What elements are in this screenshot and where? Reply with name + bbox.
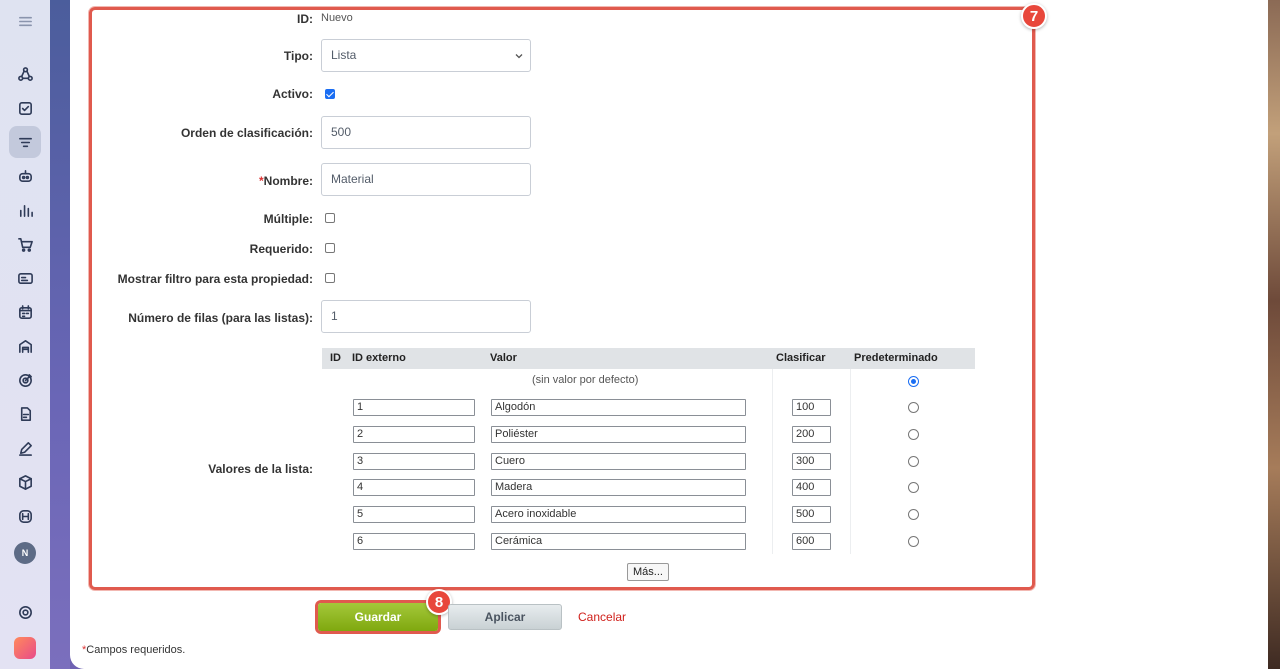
crm-icon[interactable] [9, 58, 41, 90]
robot-icon[interactable] [9, 160, 41, 192]
left-nav-rail: N [0, 0, 50, 669]
background-strip [50, 0, 70, 669]
cancel-link[interactable]: Cancelar [578, 610, 626, 624]
menu-icon[interactable] [9, 5, 41, 37]
sales-funnel-icon[interactable] [9, 126, 41, 158]
required-fields-note: *Campos requeridos. [82, 644, 185, 656]
background-photo [1268, 0, 1280, 669]
sign-icon[interactable] [9, 432, 41, 464]
calendar-icon[interactable] [9, 296, 41, 328]
analytics-icon[interactable] [9, 194, 41, 226]
settings-icon[interactable] [9, 596, 41, 628]
documents-icon[interactable] [9, 398, 41, 430]
avatar[interactable]: N [14, 542, 36, 564]
highlight-frame [89, 7, 1035, 590]
contact-card-icon[interactable] [9, 262, 41, 294]
cart-icon[interactable] [9, 228, 41, 260]
save-button[interactable]: Guardar [318, 603, 438, 631]
tasks-icon[interactable] [9, 92, 41, 124]
apply-button[interactable]: Aplicar [448, 604, 562, 630]
inventory-box-icon[interactable] [9, 466, 41, 498]
support-icon[interactable] [9, 500, 41, 532]
marketplace-icon[interactable] [14, 637, 36, 659]
warehouse-icon[interactable] [9, 330, 41, 362]
goals-icon[interactable] [9, 364, 41, 396]
step-badge-7: 7 [1021, 3, 1047, 29]
required-fields-note-text: Campos requeridos. [86, 644, 186, 656]
